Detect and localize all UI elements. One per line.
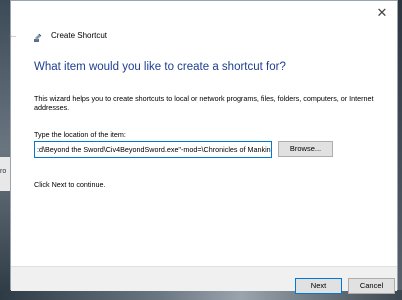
location-label: Type the location of the item: bbox=[34, 130, 126, 139]
dialog-footer: Next Cancel bbox=[11, 266, 397, 294]
desktop-background-left: ro bbox=[0, 0, 10, 300]
continue-instruction: Click Next to continue. bbox=[34, 180, 106, 189]
wizard-description: This wizard helps you to create shortcut… bbox=[34, 94, 374, 112]
desktop-fragment-text: ro bbox=[0, 168, 7, 175]
close-icon: ✕ bbox=[376, 5, 388, 20]
wizard-title: Create Shortcut bbox=[51, 30, 108, 40]
browse-button[interactable]: Browse... bbox=[278, 141, 333, 157]
desktop-background-right bbox=[398, 0, 402, 300]
cancel-button[interactable]: Cancel bbox=[348, 278, 395, 294]
desktop-screen: ro ✕ ← Create Shortcut What item would y… bbox=[0, 0, 402, 300]
wizard-header: ← Create Shortcut bbox=[8, 27, 108, 43]
back-arrow-icon: ← bbox=[7, 29, 19, 41]
create-shortcut-dialog: ✕ ← Create Shortcut What item would you … bbox=[8, 0, 398, 294]
next-button[interactable]: Next bbox=[295, 278, 342, 294]
page-heading: What item would you like to create a sho… bbox=[34, 61, 286, 73]
back-button[interactable]: ← bbox=[3, 29, 23, 41]
location-input[interactable]: :d\Beyond the Sword\Civ4BeyondSword.exe"… bbox=[34, 141, 272, 158]
shortcut-wizard-icon bbox=[33, 30, 43, 42]
close-button[interactable]: ✕ bbox=[371, 4, 393, 22]
